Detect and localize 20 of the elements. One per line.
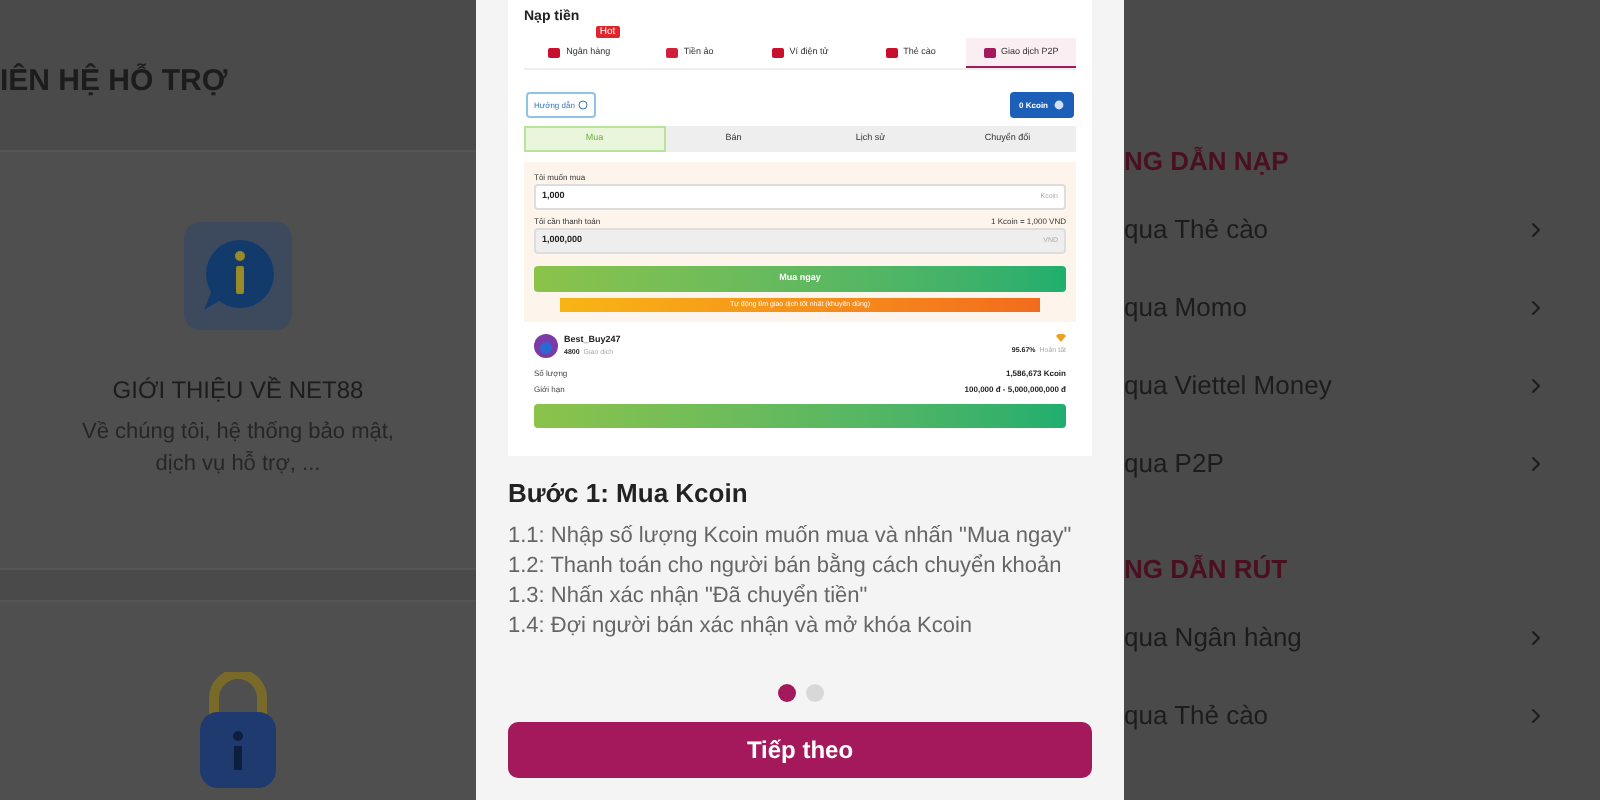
tab-icon: [665, 47, 678, 57]
buy-button[interactable]: [534, 404, 1066, 428]
info-icon: [184, 222, 292, 330]
tab-icon: [885, 47, 898, 57]
guide-heading: NG DẪN RÚT: [1124, 554, 1290, 586]
step-title: Bước 1: Mua Kcoin: [508, 476, 750, 512]
padlock-icon: [196, 672, 280, 788]
step-text: 1.2: Thanh toán cho người bán bằng cách chuyển khoản: [508, 552, 1064, 582]
tab-icon: [983, 47, 996, 57]
step-text: 1.4: Đợi người bán xác nhận và mở khóa Kcoin: [508, 612, 975, 642]
coin-icon: [1054, 100, 1064, 110]
avatar: [534, 334, 558, 358]
guide-heading: NG DẪN NẠP: [1124, 146, 1291, 178]
tab-icon: [548, 47, 561, 57]
help-icon: [578, 100, 589, 110]
tab-icon: [771, 47, 784, 57]
next-button[interactable]: Tiếp theo: [508, 722, 1092, 778]
step-text: 1.3: Nhấn xác nhận "Đã chuyển tiền": [508, 582, 870, 612]
step-text: 1.1: Nhập số lượng Kcoin muốn mua và nhấn "Mua ngay": [508, 522, 1074, 552]
diamond-icon: [1056, 334, 1066, 342]
